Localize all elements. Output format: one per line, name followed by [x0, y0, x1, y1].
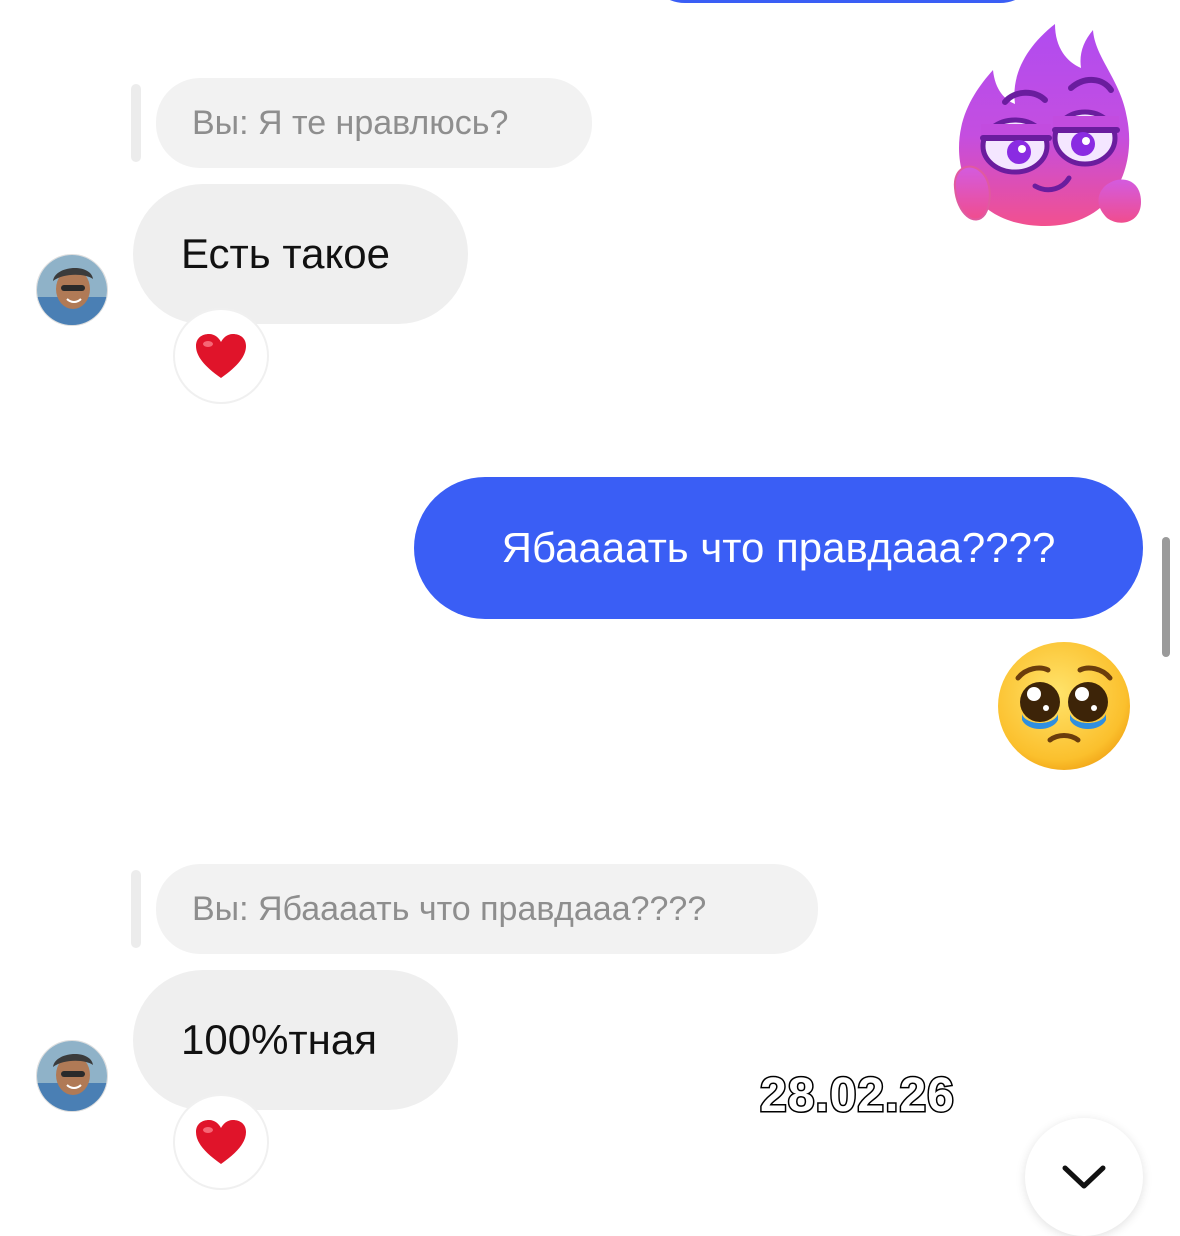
- date-overlay: 28.02.26: [759, 1068, 956, 1124]
- avatar[interactable]: [36, 254, 108, 326]
- scroll-to-bottom-button[interactable]: [1025, 1118, 1143, 1236]
- reply-indicator-bar: [131, 84, 141, 162]
- incoming-message-bubble[interactable]: Есть такое: [133, 184, 468, 324]
- reply-quote[interactable]: Вы: Ябаааать что правдааа????: [156, 864, 818, 954]
- reaction-badge[interactable]: [175, 1096, 267, 1188]
- pleading-face-emoji[interactable]: [996, 640, 1132, 772]
- avatar[interactable]: [36, 1040, 108, 1112]
- scrollbar-thumb[interactable]: [1162, 537, 1170, 657]
- heart-emoji-icon: [196, 334, 246, 378]
- outgoing-message-bubble[interactable]: Ябаааать что правдааа????: [414, 477, 1143, 619]
- reply-indicator-bar: [131, 870, 141, 948]
- message-text: Есть такое: [181, 230, 391, 277]
- avatar-photo: [37, 1041, 107, 1111]
- reaction-badge[interactable]: [175, 310, 267, 402]
- chevron-down-icon: [1062, 1165, 1106, 1189]
- heart-emoji-icon: [196, 1120, 246, 1164]
- incoming-message-bubble[interactable]: 100%тная: [133, 970, 458, 1110]
- outgoing-message-bubble-partial[interactable]: [645, 0, 1040, 3]
- reply-quote[interactable]: Вы: Я те нравлюсь?: [156, 78, 592, 168]
- avatar-photo: [37, 255, 107, 325]
- pleading-face-icon: [998, 642, 1130, 770]
- message-text: Ябаааать что правдааа????: [501, 524, 1056, 571]
- fire-character-sticker[interactable]: [945, 18, 1150, 233]
- fire-character-icon: [953, 24, 1141, 226]
- reply-quote-text: Вы: Я те нравлюсь?: [192, 103, 509, 142]
- reply-quote-text: Вы: Ябаааать что правдааа????: [192, 889, 707, 928]
- message-text: 100%тная: [181, 1016, 377, 1063]
